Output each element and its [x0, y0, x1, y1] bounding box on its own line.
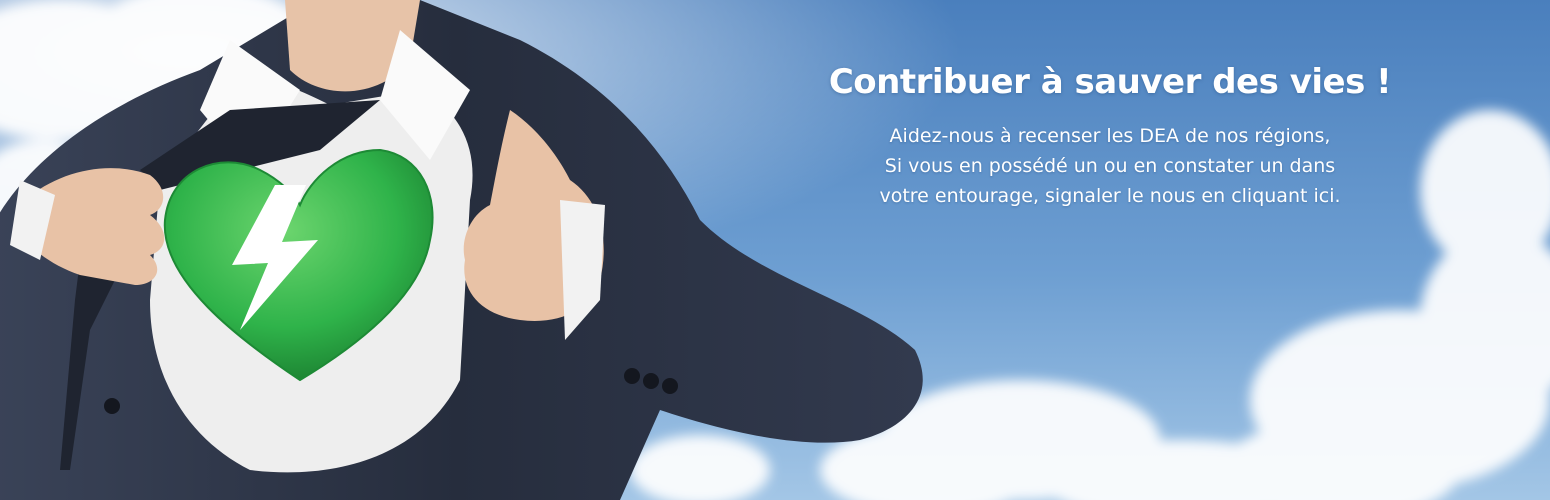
hero-banner: Contribuer à sauver des vies ! Aidez-nou…	[0, 0, 1550, 500]
body-line-3-text: votre entourage, signaler le nous en	[879, 185, 1232, 207]
body-line-3-period: .	[1334, 185, 1341, 207]
body-copy: Aidez-nous à recenser les DEA de nos rég…	[790, 121, 1430, 211]
headline: Contribuer à sauver des vies !	[828, 62, 1392, 102]
click-here-link[interactable]: cliquant ici	[1231, 185, 1334, 207]
body-line-1: Aidez-nous à recenser les DEA de nos rég…	[889, 125, 1331, 147]
body-line-3: votre entourage, signaler le nous en cli…	[790, 181, 1430, 211]
body-line-2: Si vous en possédé un ou en constater un…	[884, 155, 1336, 177]
